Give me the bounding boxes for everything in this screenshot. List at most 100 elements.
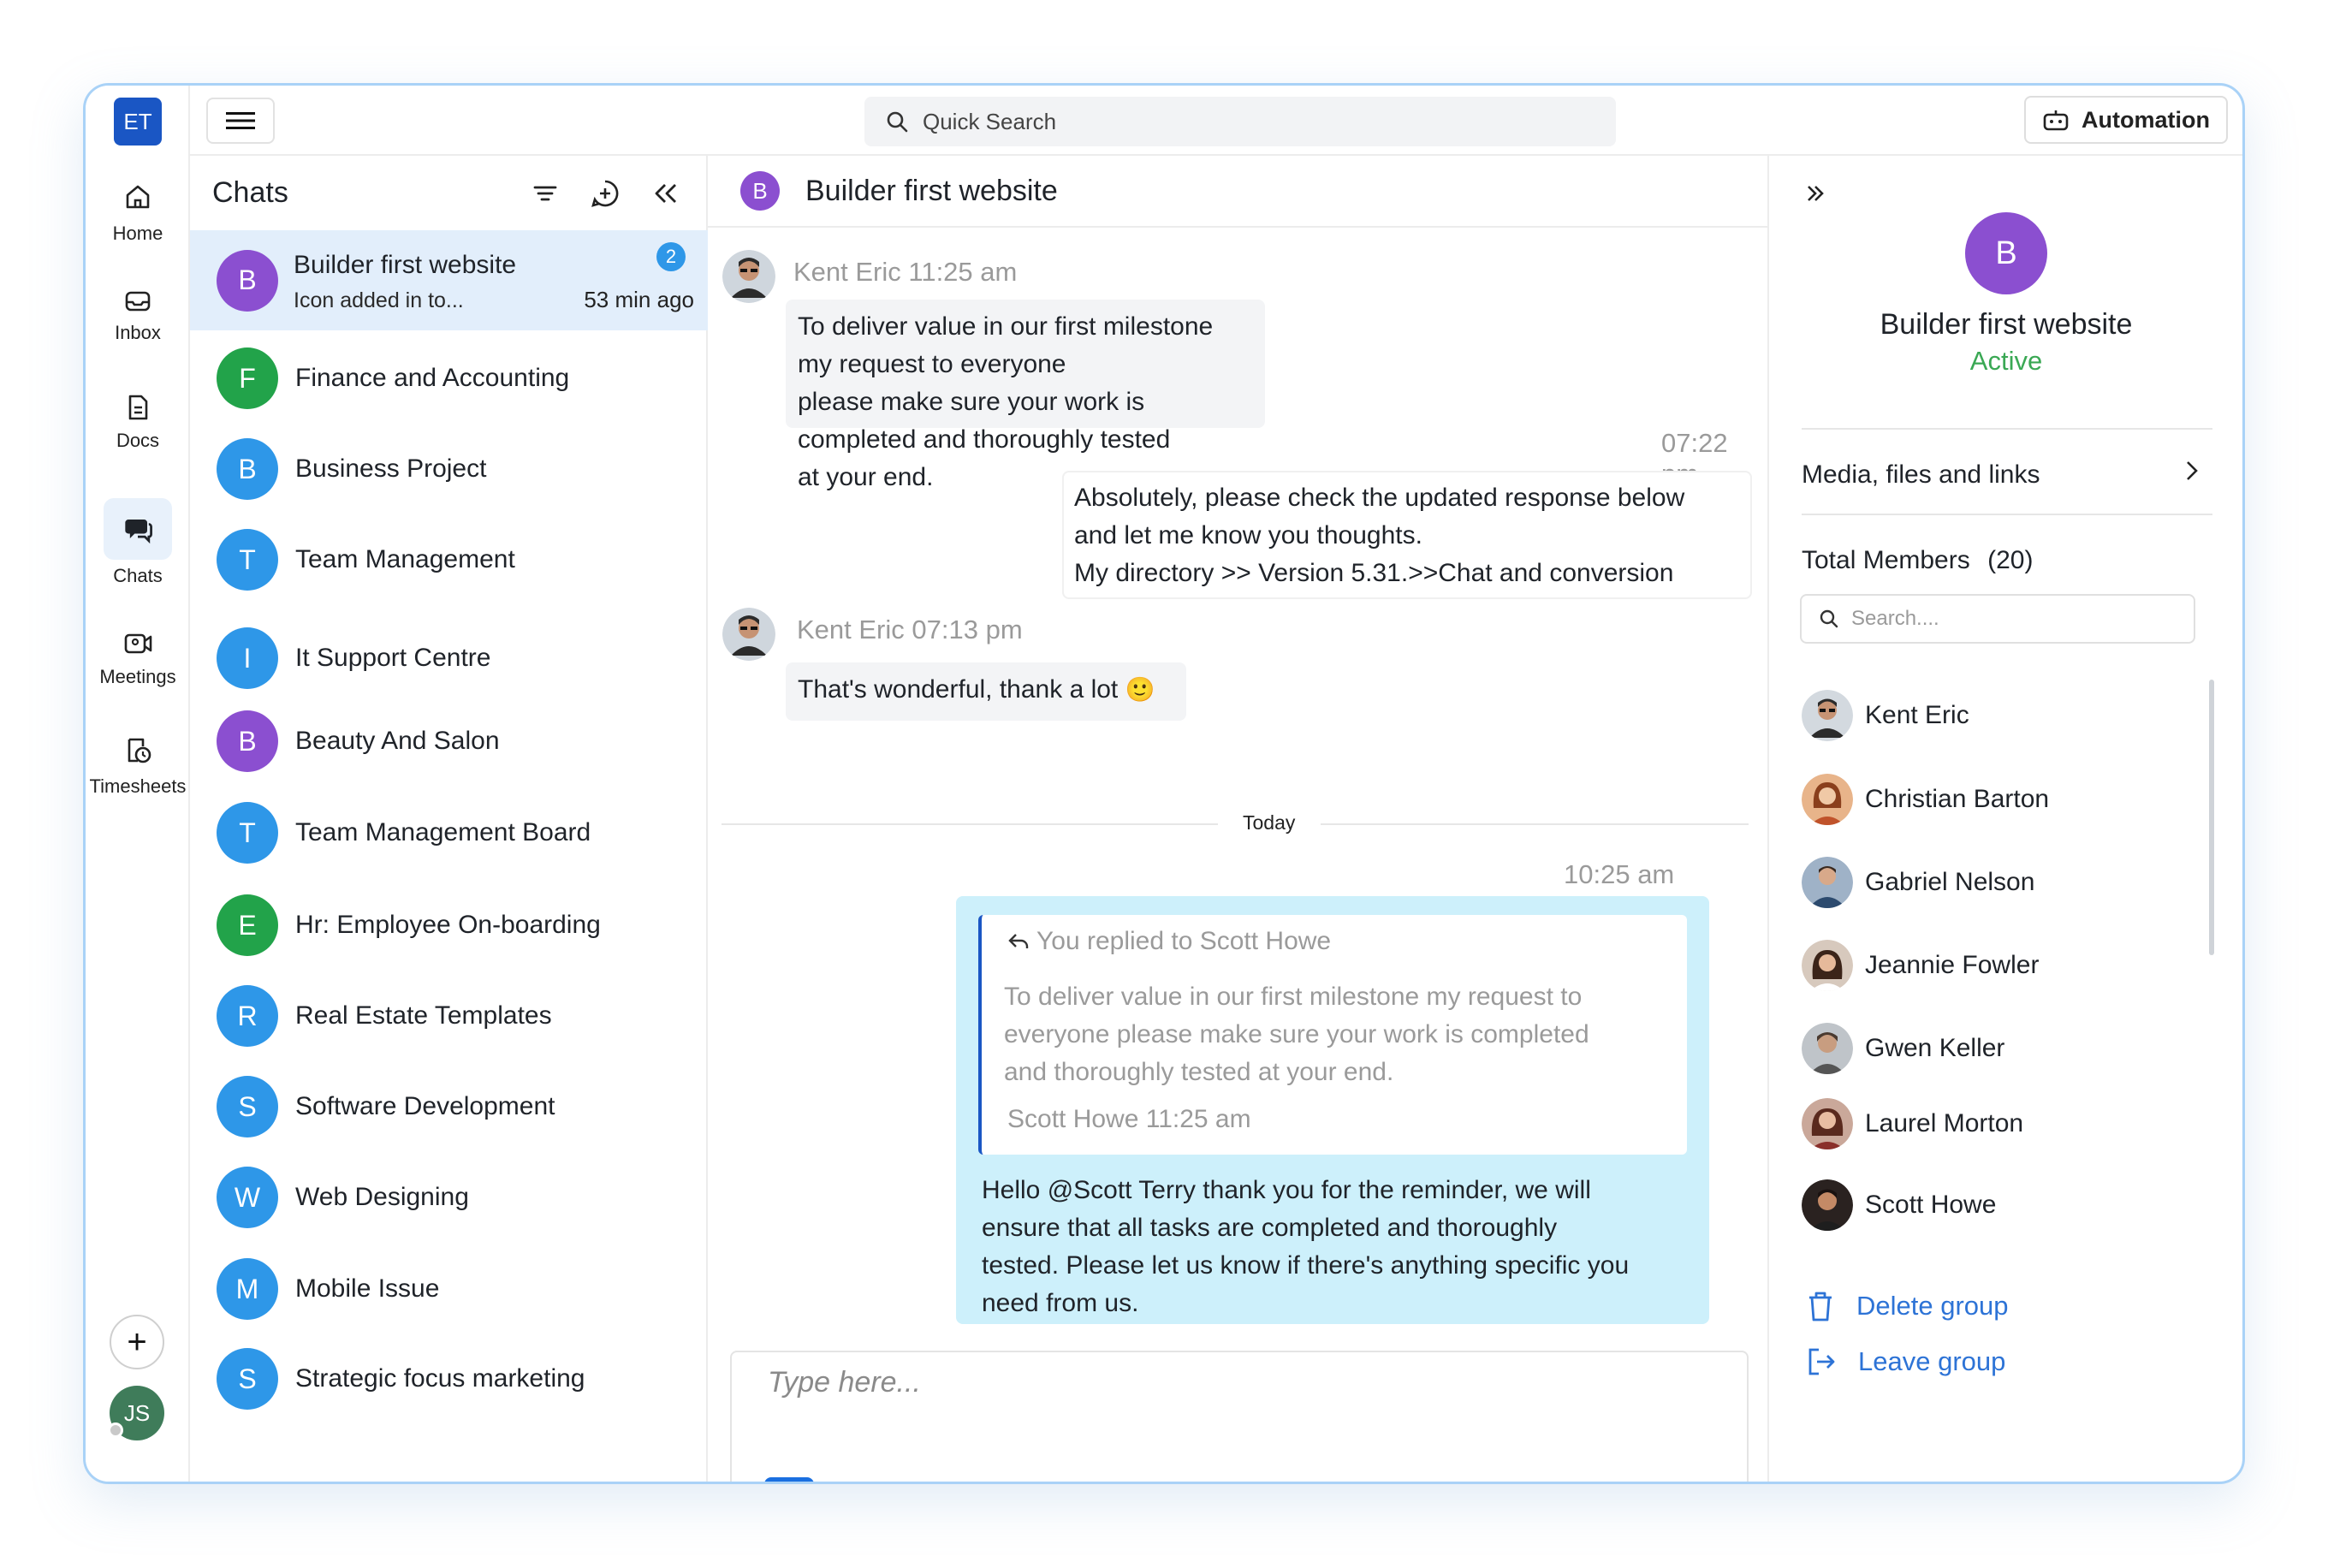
member-item[interactable]: Scott Howe: [1802, 1179, 1996, 1231]
org-logo[interactable]: ET: [114, 98, 162, 146]
group-name: Builder first website: [1880, 308, 2133, 341]
members-count: (20): [1987, 546, 2034, 574]
message-line: Absolutely, please check the updated res…: [1074, 484, 1685, 512]
left-rail: ET Home Inbox Docs Chats Meetings Timesh…: [86, 86, 190, 1482]
chat-avatar: B: [217, 710, 278, 772]
chat-name: Strategic focus marketing: [295, 1364, 585, 1393]
chevron-right-icon[interactable]: [2180, 457, 2204, 484]
media-files-links[interactable]: Media, files and links: [1802, 460, 2040, 490]
rail-item-meetings[interactable]: Meetings: [86, 623, 190, 688]
message-line: need from us.: [982, 1289, 1139, 1317]
date-divider-label: Today: [1226, 811, 1313, 834]
message-line: ensure that all tasks are completed and …: [982, 1214, 1558, 1242]
chat-list-item[interactable]: B Beauty And Salon: [190, 698, 708, 784]
chat-avatar: B: [217, 249, 278, 312]
chat-name: Finance and Accounting: [295, 364, 570, 392]
member-name: Scott Howe: [1865, 1191, 1997, 1219]
logout-icon: [1808, 1348, 1835, 1375]
member-avatar: [1802, 1023, 1853, 1074]
attach-button[interactable]: [764, 1477, 814, 1482]
presence-dot: [108, 1422, 123, 1438]
filter-icon[interactable]: [528, 176, 562, 211]
chat-header-title: Builder first website: [805, 174, 1058, 207]
rail-item-timesheets[interactable]: Timesheets: [86, 729, 190, 798]
members-scrollbar[interactable]: [2209, 680, 2214, 955]
member-name: Laurel Morton: [1865, 1109, 2024, 1137]
chat-list-item[interactable]: I It Support Centre: [190, 615, 708, 701]
member-avatar: [1802, 690, 1853, 741]
chat-list-item[interactable]: B Builder first website Icon added in to…: [190, 230, 708, 330]
rail-label: Chats: [113, 565, 163, 586]
chat-name: It Support Centre: [295, 644, 491, 672]
emoji-icon[interactable]: [856, 1479, 902, 1484]
chat-name: Team Management: [295, 545, 515, 573]
chat-avatar: M: [217, 1258, 278, 1320]
message-text: That's wonderful, thank a lot: [798, 675, 1119, 704]
rail-item-home[interactable]: Home: [86, 176, 190, 245]
chat-list-item[interactable]: S Strategic focus marketing: [190, 1336, 708, 1422]
member-item[interactable]: Kent Eric: [1802, 690, 1969, 741]
member-name: Gabriel Nelson: [1865, 868, 2035, 896]
rail-label: Meetings: [99, 666, 176, 687]
chat-avatar: W: [217, 1167, 278, 1228]
member-item[interactable]: Laurel Morton: [1802, 1098, 2023, 1149]
member-search[interactable]: Search....: [1800, 594, 2195, 644]
member-item[interactable]: Christian Barton: [1802, 774, 2049, 825]
member-item[interactable]: Gabriel Nelson: [1802, 857, 2034, 908]
docs-icon: [128, 395, 148, 420]
member-name: Jeannie Fowler: [1865, 951, 2040, 979]
chat-preview: Icon added in to...: [294, 288, 464, 312]
member-avatar: [1802, 1179, 1853, 1231]
message-line: and let me know you thoughts.: [1074, 521, 1422, 549]
rail-item-docs[interactable]: Docs: [86, 387, 190, 452]
delete-group-label: Delete group: [1856, 1291, 2009, 1321]
unread-badge: 2: [656, 242, 686, 271]
quick-search[interactable]: Quick Search: [864, 97, 1616, 146]
chat-name: Business Project: [295, 454, 487, 483]
meetings-icon: [124, 633, 152, 654]
member-avatar: [1802, 940, 1853, 991]
chat-list-item[interactable]: T Team Management: [190, 517, 708, 603]
leave-group-button[interactable]: Leave group: [1805, 1345, 2005, 1378]
chat-list-item[interactable]: S Software Development: [190, 1064, 708, 1149]
chat-panel: B Builder first website Kent Eric 11:25 …: [708, 156, 1769, 1482]
format-text-button[interactable]: Aa: [941, 1481, 981, 1482]
quoted-line: To deliver value in our first milestone …: [1004, 983, 1583, 1011]
chat-list-item[interactable]: F Finance and Accounting: [190, 336, 708, 421]
chats-icon: [125, 520, 152, 544]
alarm-button[interactable]: [2243, 96, 2245, 144]
chat-list-item[interactable]: W Web Designing: [190, 1155, 708, 1240]
send-icon[interactable]: [1665, 1481, 1707, 1484]
reply-message: You replied to Scott Howe To deliver val…: [956, 896, 1709, 1324]
robot-icon: [2043, 110, 2069, 131]
member-item[interactable]: Jeannie Fowler: [1802, 940, 2039, 991]
quoted-message[interactable]: You replied to Scott Howe To deliver val…: [978, 915, 1687, 1155]
chat-list-item[interactable]: R Real Estate Templates: [190, 973, 708, 1059]
chat-list-item[interactable]: B Business Project: [190, 426, 708, 512]
add-button[interactable]: +: [110, 1315, 164, 1369]
chat-list-item[interactable]: M Mobile Issue: [190, 1246, 708, 1332]
member-item[interactable]: Gwen Keller: [1802, 1023, 2004, 1074]
collapse-left-icon[interactable]: [648, 176, 682, 211]
message-bubble: To deliver value in our first milestone …: [786, 300, 1265, 491]
search-icon: [887, 111, 908, 133]
message-line: My directory >> Version 5.31.>>Chat and …: [1074, 559, 1674, 587]
expand-right-icon[interactable]: [1802, 180, 1829, 207]
message-line: please make sure your work is completed …: [798, 388, 1171, 454]
menu-button[interactable]: [206, 98, 275, 144]
new-chat-icon[interactable]: [588, 176, 622, 211]
automation-button[interactable]: Automation: [2024, 96, 2228, 144]
rail-label: Timesheets: [89, 775, 187, 797]
rail-item-chats[interactable]: Chats: [86, 498, 190, 587]
chat-avatar: T: [217, 529, 278, 591]
delete-group-button[interactable]: Delete group: [1805, 1289, 2009, 1323]
chat-list-item[interactable]: E Hr: Employee On-boarding: [190, 882, 708, 968]
rail-item-inbox[interactable]: Inbox: [86, 281, 190, 344]
chat-name: Builder first website: [294, 251, 517, 279]
composer-placeholder: Type here...: [768, 1366, 921, 1399]
chat-list-item[interactable]: T Team Management Board: [190, 790, 708, 876]
chat-name: Web Designing: [295, 1183, 469, 1211]
message-composer[interactable]: Type here... Aa: [730, 1351, 1749, 1484]
member-search-placeholder: Search....: [1851, 607, 1939, 630]
chat-name: Hr: Employee On-boarding: [295, 911, 601, 939]
